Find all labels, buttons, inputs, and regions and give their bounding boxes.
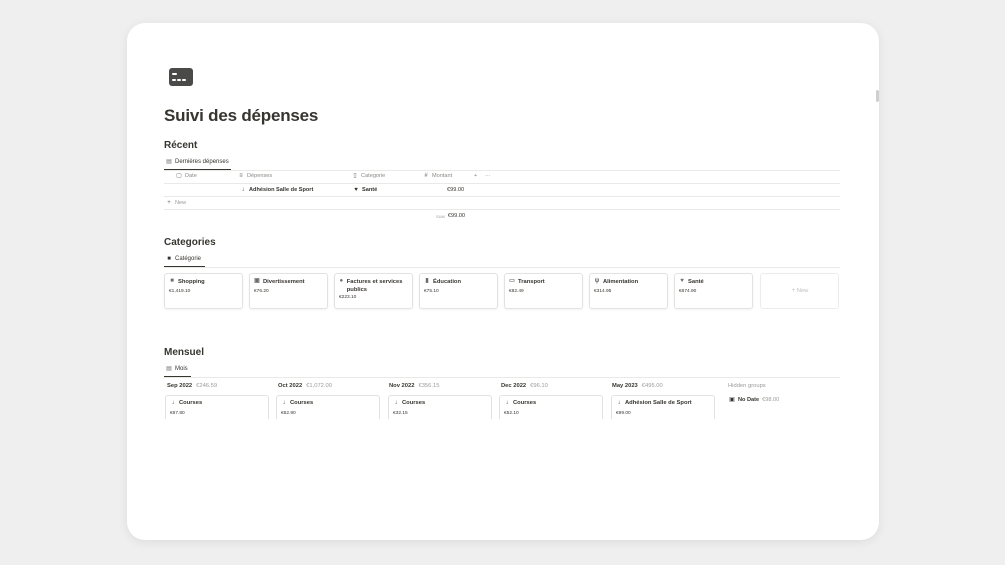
board-column-may-2023[interactable]: May 2023 €495.00 [612, 383, 663, 389]
category-card-transport[interactable]: ▭ Transport €82.49 [504, 273, 583, 309]
hash-icon: # [424, 173, 428, 179]
hidden-group-no-date[interactable]: ▣ No Date €98.00 [729, 397, 779, 403]
calendar-icon: ▢ [176, 173, 182, 179]
tab-category[interactable]: ■ Catégorie [164, 252, 203, 266]
categories-heading: Categories [164, 237, 216, 248]
fork-knife-icon: ψ [594, 278, 600, 284]
category-card-divertissement[interactable]: ▣ Divertissement €76.20 [249, 273, 328, 309]
board-card[interactable]: ↓ Courses €52.10 [499, 395, 603, 419]
plus-icon: + [167, 200, 171, 206]
divider [164, 209, 840, 210]
board-card[interactable]: ↓ Courses €67.80 [165, 395, 269, 419]
arrow-down-icon: ↓ [505, 400, 509, 406]
arrow-down-icon: ↓ [617, 400, 621, 406]
divider [164, 183, 840, 184]
relation-icon: ▯ [353, 173, 357, 179]
new-category-button[interactable]: + New [760, 273, 839, 309]
divider [164, 196, 840, 197]
tab-label: Dernières dépenses [175, 159, 229, 165]
shopping-bag-icon: ■ [170, 278, 174, 284]
category-card-shopping[interactable]: ■ Shopping €1,419.10 [164, 273, 243, 309]
column-header-expense[interactable]: ≡ Dépenses [238, 173, 272, 179]
board-column-nov-2022[interactable]: Nov 2022 €356.15 [389, 383, 439, 389]
more-options-button[interactable]: ··· [485, 173, 491, 179]
bus-icon: ▭ [509, 278, 515, 284]
board-column-dec-2022[interactable]: Dec 2022 €96.10 [501, 383, 548, 389]
book-icon: ▮ [425, 278, 429, 284]
film-icon: ▣ [254, 278, 260, 284]
board-icon: ▤ [166, 366, 172, 372]
column-header-amount[interactable]: # Montant [423, 173, 452, 179]
add-column-button[interactable]: + [474, 173, 477, 179]
table-icon: ▤ [166, 159, 172, 165]
arrow-down-icon: ↓ [282, 400, 286, 406]
heart-icon: ♥ [680, 278, 684, 284]
heart-icon: ♥ [354, 187, 358, 193]
table-row-amount[interactable]: €99.00 [447, 187, 464, 193]
column-header-category[interactable]: ▯ Categorie [352, 173, 385, 179]
category-card-sante[interactable]: ♥ Santé €674.90 [674, 273, 753, 309]
divider [164, 267, 840, 268]
category-card-education[interactable]: ▮ Éducation €75.10 [419, 273, 498, 309]
category-card-factures[interactable]: ● Factures et services publics €223.10 [334, 273, 413, 309]
page-window: Suivi des dépenses Récent ▤ Dernières dé… [127, 23, 879, 540]
divider [164, 170, 840, 171]
scrollbar[interactable] [876, 90, 879, 102]
text-icon: ≡ [239, 173, 243, 179]
page-title[interactable]: Suivi des dépenses [164, 106, 318, 126]
drop-icon: ● [339, 278, 344, 284]
shopping-bag-icon: ■ [167, 256, 171, 262]
table-row-expense[interactable]: ↓ Adhésion Salle de Sport [240, 187, 314, 193]
tab-recent-expenses[interactable]: ▤ Dernières dépenses [164, 155, 231, 169]
arrow-down-icon: ↓ [241, 187, 245, 193]
arrow-down-icon: ↓ [394, 400, 398, 406]
divider [164, 377, 840, 378]
inbox-icon: ▣ [729, 397, 735, 403]
board-card[interactable]: ↓ Courses €62.90 [276, 395, 380, 419]
column-header-date[interactable]: ▢ Date [176, 173, 197, 179]
monthly-heading: Mensuel [164, 347, 205, 358]
board-card[interactable]: ↓ Adhésion Salle de Sport €99.00 [611, 395, 715, 419]
board-column-oct-2022[interactable]: Oct 2022 €1,072.00 [278, 383, 332, 389]
table-row-category[interactable]: ♥ Santé [353, 187, 377, 193]
category-card-alimentation[interactable]: ψ Alimentation €314.95 [589, 273, 668, 309]
arrow-down-icon: ↓ [171, 400, 175, 406]
credit-card-icon[interactable] [169, 68, 193, 86]
hidden-groups-label: Hidden groups [728, 383, 766, 389]
new-row-button[interactable]: + New [166, 200, 186, 206]
sum-footer[interactable]: SUM €99.00 [436, 213, 465, 219]
board-card[interactable]: ↓ Courses €32.15 [388, 395, 492, 419]
tab-month[interactable]: ▤ Mois [164, 362, 190, 376]
board-column-sep-2022[interactable]: Sep 2022 €246.59 [167, 383, 217, 389]
recent-heading: Récent [164, 140, 198, 151]
